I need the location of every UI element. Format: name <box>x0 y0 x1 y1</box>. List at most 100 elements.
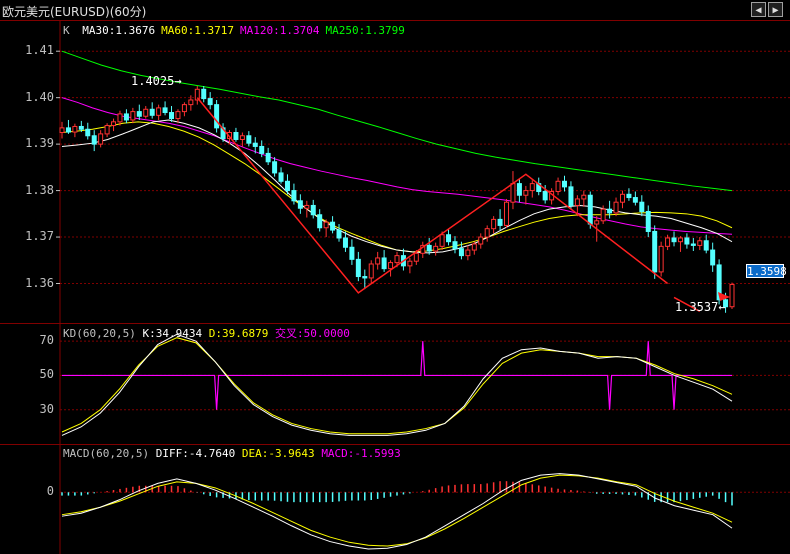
legend-prefix: K <box>63 24 70 37</box>
candle-body <box>130 111 136 121</box>
candle-body <box>587 194 593 225</box>
candle-body <box>317 214 323 229</box>
candle-body <box>375 257 381 265</box>
candle-body <box>626 193 632 199</box>
candle-body <box>710 249 716 266</box>
macd-title: MACD(60,20,5) <box>63 447 150 460</box>
kd-tick-label: 70 <box>39 333 54 348</box>
candle-body <box>574 198 580 206</box>
candle-body <box>252 142 258 147</box>
candle-body <box>426 244 432 252</box>
candle-body <box>388 262 394 270</box>
ma-legend-item: MA120:1.3704 <box>239 24 320 37</box>
candle-body <box>162 107 168 114</box>
candle-body <box>362 276 368 279</box>
candle-body <box>143 108 149 117</box>
candle-body <box>278 172 284 182</box>
candle-body <box>497 218 503 226</box>
candle-body <box>284 180 290 192</box>
kd-tick-label: 50 <box>39 367 54 382</box>
candle-body <box>342 237 348 248</box>
arrow-right-icon: → <box>174 74 182 88</box>
candle-body <box>291 190 297 202</box>
candle-body <box>394 255 400 264</box>
candle-body <box>639 201 645 212</box>
kd-d-line <box>61 337 733 435</box>
candle-body <box>136 111 142 117</box>
candle-body <box>59 127 65 134</box>
candle-body <box>104 125 110 135</box>
candle-body <box>652 230 658 273</box>
candle-body <box>632 197 638 203</box>
price-tick-label: 1.36 <box>25 275 54 290</box>
macd-tick-label: 0 <box>46 484 54 499</box>
candle-body <box>336 229 342 239</box>
candle-body <box>516 183 522 196</box>
candle-body <box>439 234 445 247</box>
price-tick-label: 1.38 <box>25 182 54 197</box>
candle-body <box>594 220 600 225</box>
candle-body <box>239 135 245 140</box>
ma-legend-item: MA250:1.3799 <box>325 24 405 37</box>
candle-body <box>175 111 181 120</box>
chart-canvas[interactable] <box>0 0 790 554</box>
candle-body <box>568 186 574 206</box>
candle-body <box>677 237 683 243</box>
candle-body <box>433 245 439 252</box>
kd-k-line <box>61 333 733 436</box>
candle-body <box>504 201 510 226</box>
candle-body <box>491 218 497 230</box>
candle-body <box>72 125 78 133</box>
candle-body <box>555 180 561 193</box>
candle-body <box>310 204 316 216</box>
candle-body <box>690 243 696 246</box>
kd-d-value: D:39.6879 <box>208 327 269 340</box>
candle-body <box>111 121 117 127</box>
low-annotation-value: 1.3537 <box>675 300 719 314</box>
candle-body <box>214 104 220 129</box>
candle-body <box>304 204 310 209</box>
main-legend: K MA30:1.3676 MA60:1.3717 MA120:1.3704 MA25… <box>63 24 405 37</box>
candle-body <box>729 283 735 308</box>
candle-body <box>123 113 129 121</box>
candle-body <box>510 183 516 203</box>
low-annotation: 1.3537← <box>675 300 726 314</box>
candle-body <box>697 240 703 246</box>
candle-body <box>78 125 84 130</box>
candle-body <box>233 132 239 140</box>
candle-body <box>297 200 303 209</box>
ma-legend-item: MA30:1.3676 <box>82 24 156 37</box>
macd-dea-value: DEA:-3.9643 <box>241 447 315 460</box>
kd-k-value: K:34.9434 <box>142 327 203 340</box>
ma-legend-item: MA60:1.3717 <box>161 24 234 37</box>
candle-body <box>201 88 207 100</box>
candle-body <box>562 180 567 188</box>
candle-body <box>446 234 452 243</box>
macd-hist-value: MACD:-1.5993 <box>321 447 401 460</box>
price-tick-label: 1.41 <box>25 43 54 58</box>
candle-body <box>188 99 194 106</box>
candle-body <box>529 183 535 192</box>
candle-body <box>272 161 278 174</box>
candle-body <box>619 193 625 203</box>
candle-body <box>323 221 329 229</box>
candle-body <box>465 249 471 257</box>
candle-body <box>207 98 213 106</box>
candle-body <box>117 113 123 123</box>
kd-cross-value: 交叉:50.0000 <box>274 327 350 340</box>
candle-body <box>65 127 71 133</box>
high-annotation: 1.4025→ <box>131 74 182 88</box>
chart-window: 欧元美元(EURUSD)(60分) ◀ ▶ K MA30:1.3676 MA60:… <box>0 0 790 554</box>
candle-body <box>181 104 187 113</box>
candle-body <box>265 152 271 163</box>
kd-title: KD(60,20,5) <box>63 327 136 340</box>
candle-body <box>613 201 619 214</box>
candle-body <box>671 237 677 243</box>
candle-body <box>684 237 690 245</box>
candle-body <box>98 133 104 145</box>
candle-body <box>484 228 490 238</box>
candle-body <box>169 112 175 120</box>
candle-body <box>452 241 458 250</box>
candle-body <box>355 258 361 278</box>
candle-body <box>85 128 91 137</box>
